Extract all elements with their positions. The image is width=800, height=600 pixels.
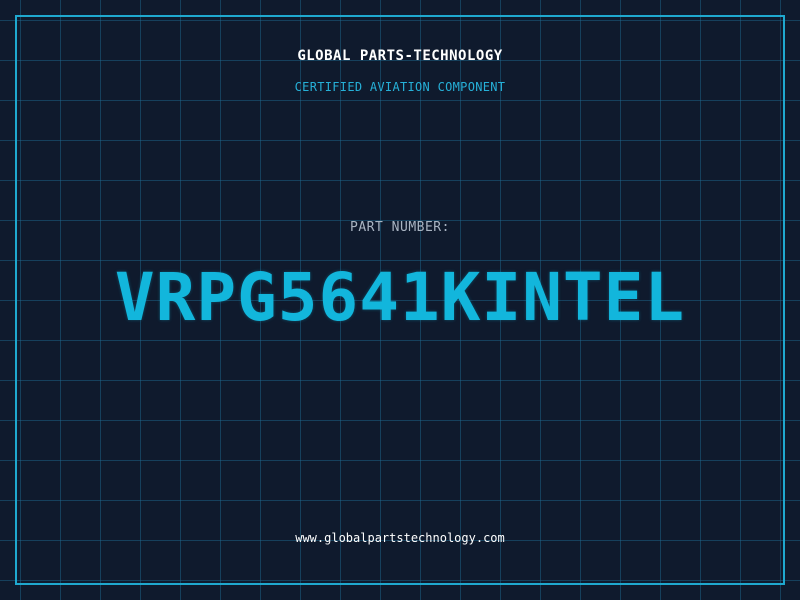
- part-label-card: GLOBAL PARTS-TECHNOLOGY CERTIFIED AVIATI…: [0, 0, 800, 600]
- brand-name: GLOBAL PARTS-TECHNOLOGY: [297, 48, 503, 64]
- certification-subtitle: CERTIFIED AVIATION COMPONENT: [294, 80, 506, 94]
- part-number-value: VRPG5641KINTEL: [114, 259, 686, 336]
- website-url: www.globalpartstechnology.com: [295, 531, 505, 545]
- part-number-label: PART NUMBER:: [350, 220, 450, 235]
